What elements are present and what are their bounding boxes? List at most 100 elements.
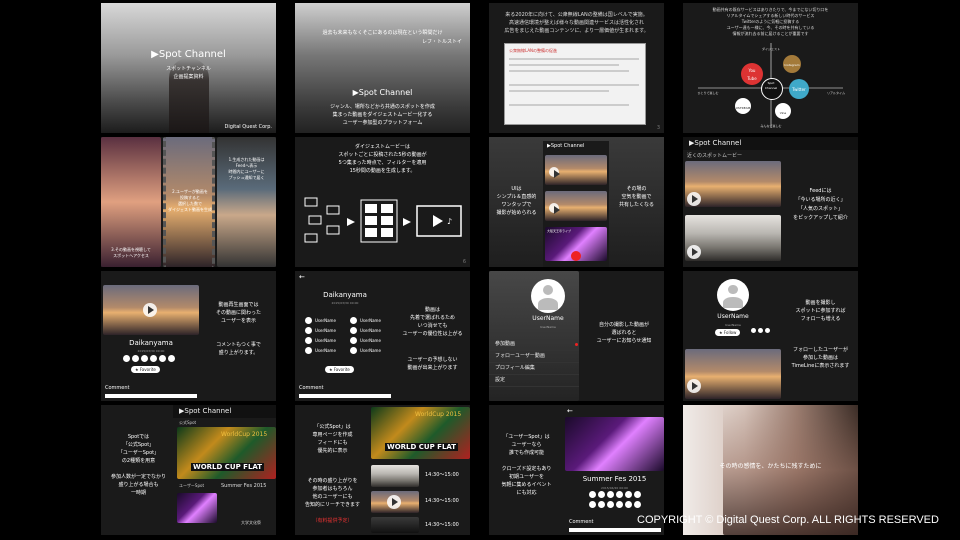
market-text: 来る2020年に向けて、公衆無線LANの整備は国レベルで実施。 高速通信環境が整… — [504, 12, 649, 34]
menu-item[interactable]: フォローユーザー動画 — [489, 351, 579, 363]
worldcup-banner-text: WORLD CUP FLAT — [191, 463, 265, 471]
gov-document: 公衆無線LANの整備の促進 — [504, 43, 646, 125]
favorite-button[interactable]: ★ Favorite — [131, 366, 160, 373]
follow-video — [685, 349, 781, 399]
follow-text2: フォローしたユーザーが 参加した動画は TimeLineに表示されます — [791, 347, 850, 369]
comment-input[interactable] — [105, 394, 197, 398]
quote-author: レフ・トルストイ — [421, 39, 462, 45]
official-label: 公式Spot — [179, 420, 197, 425]
feed-brand: ▶Spot Channel — [683, 137, 858, 150]
play-button-icon[interactable] — [143, 303, 157, 317]
concept-brand: ▶Spot Channel — [352, 88, 413, 97]
slide-flow[interactable]: 1.生成された動画は Feedへ表示 時間内にユーザーに プッシュ通知で届く 2… — [101, 137, 276, 267]
page-number: 3 — [656, 125, 660, 131]
play-button-icon[interactable] — [687, 245, 701, 259]
follow-button[interactable]: ★ Follow — [715, 329, 741, 336]
spot-types-text: Spotでは 「公式Spot」 「ユーザーSpot」 の2種類を用意 参加人数が… — [110, 434, 166, 496]
cover-corp: Digital Quest Corp. — [224, 124, 272, 130]
flow-step2: 2.ユーザーが動画を 投稿すると 選択した数で ダイジェスト動画を生成 — [168, 189, 212, 212]
notification-dot — [575, 343, 578, 346]
user-name: UserName — [315, 338, 336, 343]
participant-dots — [123, 355, 175, 362]
time-slot: 14:30～15:00 — [425, 472, 459, 478]
slide-users[interactable]: ← Daikanyama 2015/03/30 00:00 UserName U… — [295, 271, 470, 401]
feed-subtitle: 近くのスポットムービー — [687, 153, 743, 159]
slide-cover[interactable]: ▶Spot Channel スポットチャンネル 企画提案資料 Digital Q… — [101, 3, 276, 133]
slide-official[interactable]: WorldCup 2015 WORLD CUP FLAT 14:30～15:00… — [295, 405, 470, 535]
slide-positioning[interactable]: 動画共有の既存サービスはありきたりで、今までにない切り口を リアルタイムでシェア… — [683, 3, 858, 133]
slide-mypage[interactable]: UserName UserName 参加動画 フォローユーザー動画 プロフィール… — [489, 271, 664, 401]
users-date: 2015/03/30 00:00 — [331, 301, 359, 305]
center-label: Spot Channel — [764, 81, 778, 90]
axis-left-label: ひとりで楽しむ — [697, 91, 719, 95]
vine-label: Vine — [779, 111, 787, 115]
slide-concept[interactable]: 過去も未来もなくそこにあるのは現在という瞬間だけ レフ・トルストイ ▶Spot … — [295, 3, 470, 133]
flow-step1: 1.生成された動画は Feedへ表示 時間内にユーザーに プッシュ通知で届く — [228, 157, 265, 180]
official-video-3 — [371, 517, 419, 533]
slide-digest[interactable]: ダイジェストムービーは スポットごとに投稿された5秒の動画が 5つ集まった時点で… — [295, 137, 470, 267]
ui-right-text: その場の 空気を動画で 共有したくなる — [618, 186, 654, 208]
fest-title: Summer Fes 2015 — [221, 483, 267, 489]
phone-place: 大阪天王寺ライブ — [547, 229, 572, 233]
mypage-text: 自分の撮影した動画が 選ばれると ユーザーにお知らせ通知 — [596, 322, 652, 344]
menu-item[interactable]: 参加動画 — [489, 339, 579, 351]
back-arrow-icon[interactable]: ← — [567, 407, 573, 415]
comment-label: Comment — [569, 519, 594, 525]
participant-dots — [589, 491, 641, 498]
instagram-label: Instagram — [784, 63, 800, 67]
youtube-label: You Tube — [747, 68, 757, 81]
axis-bottom-label: みんなで楽しむ — [760, 124, 782, 128]
player-text1: 動画再生画面では その動画に関わった ユーザーを表示 — [215, 302, 261, 324]
fest-video — [565, 417, 664, 471]
phone-brand: ▶Spot Channel — [547, 143, 585, 149]
comment-input[interactable] — [569, 528, 661, 532]
official-text2: その時の盛り上がりを 参加者はもちろん 他のユーザーにも 告知的にリーチできます — [304, 478, 360, 508]
slide-player[interactable]: Daikanyama 2015/03/30 00:00 ★ Favorite C… — [101, 271, 276, 401]
time-slot: 14:30～15:00 — [425, 522, 459, 528]
phone-screen: ▶Spot Channel 大阪天王寺ライブ — [543, 141, 609, 267]
official-text1: 「公式Spot」は 専用ページを作成 フィードにも 優先的に表示 — [312, 424, 353, 454]
slide-market[interactable]: 来る2020年に向けて、公衆無線LANの整備は国レベルで実施。 高速通信環境が整… — [489, 3, 664, 133]
player-spot: Daikanyama — [129, 339, 173, 347]
slide-feed[interactable]: ▶Spot Channel 近くのスポットムービー Feedには 「今いる場所の… — [683, 137, 858, 267]
avatar[interactable] — [717, 279, 749, 311]
digest-title: ダイジェストムービーは スポットごとに投稿された5秒の動画が 5つ集まった時点で… — [338, 144, 427, 174]
users-text1: 動画は 先着で選ばれるため いつ消せても ユーザーの優位性は上がる — [402, 307, 463, 337]
record-button[interactable] — [571, 251, 581, 261]
participant-dots — [589, 501, 641, 508]
play-button-icon[interactable] — [687, 192, 701, 206]
copyright-text: COPYRIGHT © Digital Quest Corp. ALL RIGH… — [637, 514, 939, 526]
play-button-icon[interactable] — [387, 495, 401, 509]
worldcup-title: WorldCup 2015 — [221, 431, 268, 438]
play-button-icon[interactable] — [549, 203, 560, 214]
mypage-handle: UserName — [540, 325, 556, 329]
menu-item[interactable]: プロフィール編集 — [489, 363, 579, 375]
flow-step3: 3.その動画を視聴して スポットへアクセス — [111, 247, 151, 258]
concept-desc: ジャンル、場所などから共通のスポットを作成 集まった動画をダイジェストムービー化… — [330, 104, 435, 126]
user-name: UserName — [360, 318, 381, 323]
worldcup-title: WorldCup 2015 — [415, 411, 462, 418]
player-text2: コメントもつく事で 盛り上がります。 — [216, 342, 261, 356]
comment-label: Comment — [105, 385, 130, 391]
slide-follow[interactable]: UserName UserName ★ Follow 動画を撮影し スポットに参… — [683, 271, 858, 401]
back-arrow-icon[interactable]: ← — [299, 273, 305, 281]
play-button-icon[interactable] — [549, 167, 560, 178]
mypage-user: UserName — [532, 315, 564, 322]
fest-thumb — [177, 493, 217, 523]
user-name: UserName — [360, 338, 381, 343]
fest-title: Summer Fes 2015 — [582, 475, 647, 483]
user-name: UserName — [315, 348, 336, 353]
uni-title: 大学文化祭 — [241, 520, 261, 525]
doc-title: 公衆無線LANの整備の促進 — [509, 48, 558, 53]
participant-dots — [751, 328, 770, 333]
play-button-icon[interactable] — [687, 379, 701, 393]
favorite-button[interactable]: ★ Favorite — [325, 366, 354, 373]
user-name: UserName — [360, 348, 381, 353]
paid-note: （有料提供予定） — [312, 518, 353, 524]
slide-ui[interactable]: UIは シンプル＆直感的 ワンタップで 撮影が始められる その場の 空気を動画で… — [489, 137, 664, 267]
avatar[interactable] — [531, 279, 565, 313]
slide-spot-types[interactable]: ▶Spot Channel 公式Spot WorldCup 2015 WORLD… — [101, 405, 276, 535]
comment-input[interactable] — [299, 394, 391, 398]
feed-text: Feedには 「今いる場所の近く」 「人気のスポット」 をピックアップして紹介 — [793, 188, 848, 221]
menu-item[interactable]: 設定 — [489, 375, 579, 387]
